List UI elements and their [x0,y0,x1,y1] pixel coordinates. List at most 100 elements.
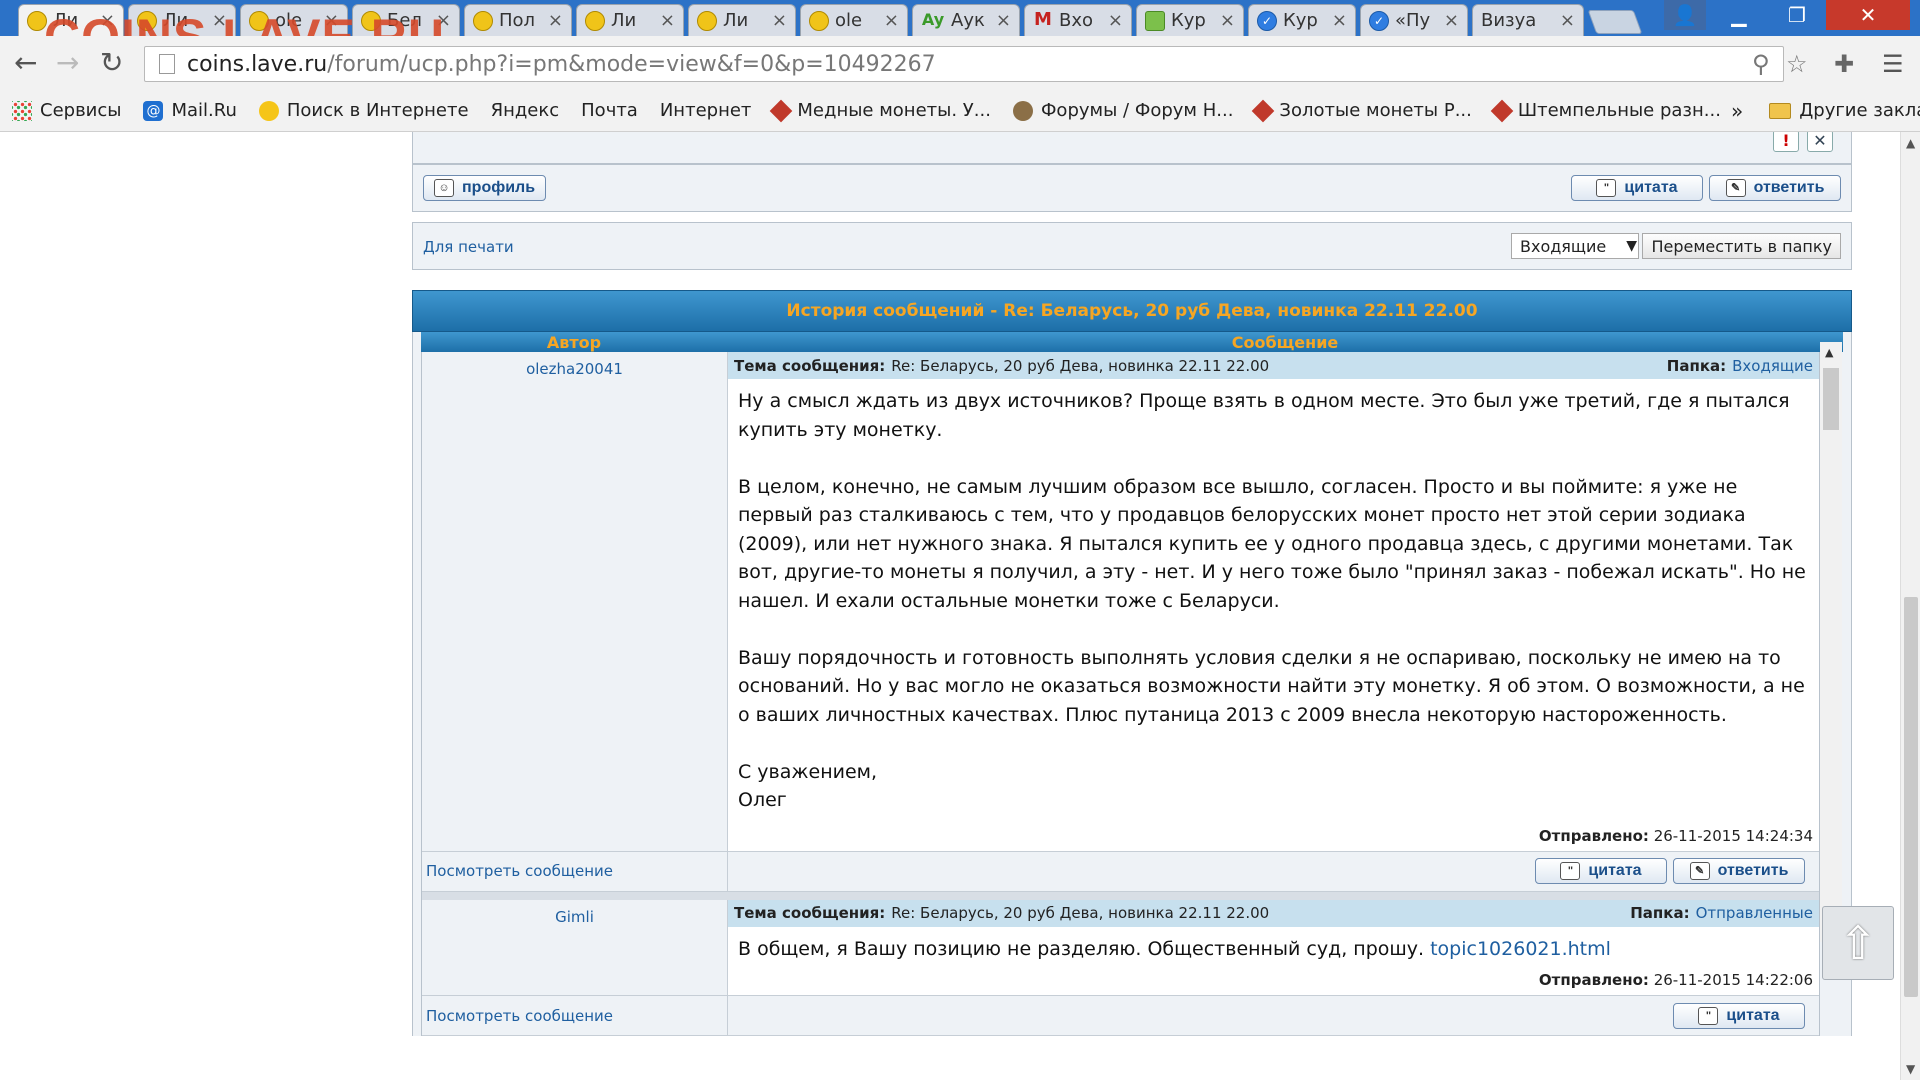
user-profile-icon[interactable]: 👤 [1664,0,1706,30]
scroll-up-icon[interactable]: ▲ [1825,346,1833,359]
tab-12[interactable]: ✓ Кур × [1248,4,1356,36]
reply-icon: ✎ [1725,179,1746,197]
bookmark-die-varieties[interactable]: Штемпельные разн... [1490,99,1721,122]
minimize-icon[interactable]: ▁ [1714,0,1764,30]
close-icon[interactable]: × [1108,10,1123,31]
check-favicon-icon: ✓ [1257,10,1277,31]
post-actions-bar: ☺ профиль " цитата ✎ ответить [412,164,1852,212]
close-icon[interactable]: × [1560,10,1575,31]
search-icon [258,100,279,121]
reply-button[interactable]: ✎ ответить [1673,858,1805,884]
restore-icon[interactable]: ❐ [1772,0,1822,30]
folder-link[interactable]: Отправленные [1696,904,1813,922]
folder-icon [1769,102,1792,119]
mailru-icon: @ [143,100,164,121]
extensions-icon[interactable]: ✚ [1834,50,1854,78]
forum-icon [1012,100,1033,121]
message-cell: Тема сообщения: Re: Беларусь, 20 руб Дева… [728,899,1819,996]
smiley-favicon-icon [585,10,605,31]
bookmarks-bar: Сервисы @ Mail.Ru Поиск в Интернете Яндек… [0,90,1920,242]
table-row: Gimli Тема сообщения: Re: Беларусь, 20 ру… [422,899,1819,996]
quote-button[interactable]: " цитата [1673,1002,1805,1029]
back-icon[interactable]: ← [14,46,37,79]
quote-button[interactable]: " цитата [1571,175,1703,201]
view-message-link[interactable]: Посмотреть сообщение [426,862,613,880]
history-title: История сообщений - Re: Беларусь, 20 руб… [412,290,1852,332]
message-footer: Посмотреть сообщение " цитата ✎ ответить [422,851,1819,892]
quote-button[interactable]: " цитата [1535,858,1667,884]
bookmark-copper-coins[interactable]: Медные монеты. У... [770,99,991,122]
close-window-icon[interactable]: ✕ [1826,0,1910,30]
tab-6[interactable]: Ли × [576,4,684,36]
close-icon[interactable]: × [772,10,787,31]
tab-5[interactable]: Пол × [464,4,572,36]
bookmark-services[interactable]: Сервисы [12,100,121,121]
table-row: olezha20041 Тема сообщения: Re: Беларусь,… [422,352,1819,852]
scroll-up-icon[interactable]: ▲ [1906,136,1915,150]
tab-10[interactable]: M Вхо × [1024,4,1132,36]
tab-8[interactable]: ole × [800,4,908,36]
folder-link[interactable]: Входящие [1732,357,1813,375]
history-scrollbar[interactable]: ▲ [1820,342,1842,942]
scrollbar-thumb[interactable] [1823,368,1839,430]
close-icon[interactable]: × [1444,10,1459,31]
bookmark-star-icon[interactable]: ☆ [1786,50,1808,78]
menu-icon[interactable]: ☰ [1882,50,1904,78]
gmail-favicon-icon: M [1034,8,1052,30]
forward-icon[interactable]: → [56,46,79,79]
bookmark-yandex[interactable]: Яндекс [0,100,559,242]
close-icon[interactable]: × [660,10,675,31]
arrow-up-icon: ⇧ [1838,916,1878,970]
close-icon[interactable]: × [1220,10,1235,31]
close-icon[interactable]: × [884,10,899,31]
scroll-to-top-button[interactable]: ⇧ [1822,906,1894,980]
tab-14[interactable]: Визуа × [1472,4,1584,36]
message-history: История сообщений - Re: Беларусь, 20 руб… [412,290,1852,1036]
bookmark-internet-search[interactable]: Поиск в Интернете [258,100,469,121]
print-link[interactable]: Для печати [423,238,514,256]
coin-site-icon [1252,99,1275,122]
profile-button[interactable]: ☺ профиль [423,175,547,201]
report-icon[interactable]: ! [1773,132,1799,152]
close-icon[interactable]: × [1332,10,1347,31]
author-name[interactable]: olezha20041 [422,352,728,852]
bookmark-other[interactable]: Другие закладки [1769,100,1920,121]
subject-line: Тема сообщения: Re: Беларусь, 20 руб Дева… [728,899,1819,927]
topic-link[interactable]: topic1026021.html [1430,938,1611,960]
page-scrollbar[interactable]: ▲ ▼ [1900,132,1920,1080]
author-name[interactable]: Gimli [422,899,728,996]
tab-9[interactable]: Ay Аук × [912,4,1020,36]
new-tab-button[interactable] [1587,10,1643,34]
folder-select[interactable]: Входящие ▼ [1511,233,1639,259]
delete-icon[interactable]: ✕ [1807,132,1833,152]
auction-favicon-icon: Ay [921,9,945,29]
bookmark-mail[interactable]: Почта [0,100,638,242]
bookmarks-overflow-button[interactable]: » [1731,99,1743,123]
url-path: /forum/ucp.php?i=pm&mode=view&f=0&p=1049… [327,51,936,77]
bookmark-gold-coins[interactable]: Золотые монеты Р... [1252,99,1472,122]
tab-13[interactable]: ✓ «Пу × [1360,4,1468,36]
bookmark-forums[interactable]: Форумы / Форум Н... [1012,100,1233,121]
check-favicon-icon: ✓ [1369,10,1389,31]
tab-11[interactable]: Кур × [1136,4,1244,36]
message-body: Ну а смысл ждать из двух источников? Про… [738,390,1806,811]
quote-icon: " [1560,862,1581,880]
reply-button[interactable]: ✎ ответить [1709,175,1841,201]
bookmark-mailru[interactable]: @ Mail.Ru [143,100,237,121]
column-headers: Автор Сообщение [421,332,1843,352]
scroll-down-icon[interactable]: ▼ [1906,1062,1915,1076]
close-icon[interactable]: × [548,10,563,31]
scrollbar-thumb[interactable] [1904,597,1918,997]
view-message-link[interactable]: Посмотреть сообщение [426,1007,613,1025]
close-icon[interactable]: × [996,10,1011,31]
move-to-folder-button[interactable]: Переместить в папку [1642,233,1841,259]
chevron-down-icon: ▼ [1626,238,1638,254]
reload-icon[interactable]: ↻ [100,46,123,79]
zoom-search-icon[interactable]: ⚲ [1752,50,1770,78]
address-bar[interactable]: coins.lave.ru/forum/ucp.php?i=pm&mode=vi… [144,46,1784,82]
tab-7[interactable]: Ли × [688,4,796,36]
message-cell: Тема сообщения: Re: Беларусь, 20 руб Дева… [728,352,1819,852]
page-content: ! ✕ ☺ профиль " цитата ✎ ответить Для печат… [0,132,1900,1080]
tab-strip: Ли × Ли × ole × Бел × Пол × Ли × Ли × ole × Ay Ау… [0,0,1920,65]
bookmark-internet[interactable]: Интернет [0,100,751,242]
